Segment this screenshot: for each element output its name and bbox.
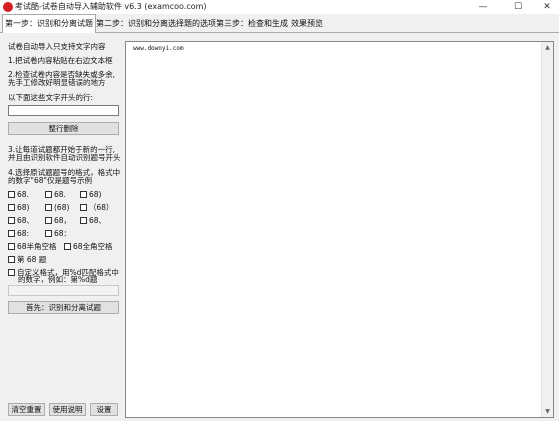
checkbox-icon <box>45 230 52 237</box>
checkbox-icon <box>64 243 71 250</box>
checkbox-icon <box>8 204 15 211</box>
checkbox-icon <box>80 217 87 224</box>
tab-step1[interactable]: 第一步：识别和分离试题 <box>2 14 96 33</box>
checkbox-icon <box>45 204 52 211</box>
help-button[interactable]: 使用说明 <box>49 403 86 416</box>
format-checkbox[interactable]: 68. <box>8 190 29 199</box>
tab-step3[interactable]: 第三步：检查和生成 <box>214 16 290 31</box>
scroll-down-icon[interactable]: ▼ <box>542 406 553 417</box>
di-ti-checkbox[interactable]: 第 68 题 <box>8 255 46 264</box>
import-note: 试卷自动导入只支持文字内容 <box>8 42 106 51</box>
checkbox-icon <box>8 243 15 250</box>
window-title: 考试酷-试卷自动导入辅助软件 v6.3 (examcoo.com) <box>15 2 207 11</box>
checkbox-icon <box>8 256 15 263</box>
checkbox-icon <box>80 191 87 198</box>
scroll-up-icon[interactable]: ▲ <box>542 42 553 53</box>
delete-lines-button[interactable]: 整行删除 <box>8 122 119 135</box>
tab-strip: 第一步：识别和分离试题 第二步：识别和分离选择题的选项 第三步：检查和生成 效果… <box>0 14 559 33</box>
question-text-area[interactable]: www.downyi.com ▲ ▼ <box>125 41 554 418</box>
format-checkbox[interactable]: 68、 <box>80 216 106 225</box>
checkbox-icon <box>45 191 52 198</box>
tab-step2[interactable]: 第二步：识别和分离选择题的选项 <box>94 16 218 31</box>
identify-questions-button[interactable]: 首先：识别和分离试题 <box>8 301 119 314</box>
checkbox-icon <box>8 191 15 198</box>
format-checkbox[interactable]: 68. <box>45 190 66 199</box>
format-checkbox[interactable]: 68， <box>45 216 71 225</box>
settings-button[interactable]: 设置 <box>90 403 118 416</box>
maximize-button[interactable]: ☐ <box>507 0 529 14</box>
minimize-button[interactable]: — <box>472 0 494 14</box>
vertical-scrollbar[interactable]: ▲ ▼ <box>541 42 553 417</box>
checkbox-icon <box>8 230 15 237</box>
full-space-checkbox[interactable]: 68全角空格 <box>64 242 113 251</box>
delete-lines-label: 以下面这些文字开头的行: <box>8 93 94 102</box>
format-checkbox[interactable]: 68) <box>8 203 29 212</box>
step2-text-line2: 先手工修改好明显错误的地方 <box>8 78 106 87</box>
custom-format-hint: 的数字，例如：第%d题 <box>18 275 98 284</box>
step3-text-line2: 并且由识别软件自动识别题号开头 <box>8 153 121 162</box>
left-panel: 试卷自动导入只支持文字内容 1.把试卷内容粘贴在右边文本框 2.检查试卷内容是否… <box>0 33 124 421</box>
step1-text: 1.把试卷内容粘贴在右边文本框 <box>8 56 113 65</box>
half-space-checkbox[interactable]: 68半角空格 <box>8 242 57 251</box>
format-checkbox[interactable]: 68: <box>8 229 29 238</box>
format-checkbox[interactable]: 68： <box>45 229 71 238</box>
custom-format-input[interactable] <box>8 285 119 296</box>
clear-reset-button[interactable]: 清空重置 <box>8 403 45 416</box>
step4-text-line2: 的数字"68"仅是题号示例 <box>8 176 92 185</box>
editor-content[interactable]: www.downyi.com <box>133 45 184 52</box>
title-bar: 考试酷-试卷自动导入辅助软件 v6.3 (examcoo.com) — ☐ ✕ <box>0 0 559 14</box>
checkbox-icon <box>80 204 87 211</box>
delete-prefix-input[interactable] <box>8 105 119 116</box>
format-checkbox[interactable]: （68） <box>80 203 114 212</box>
tab-preview[interactable]: 效果预览 <box>289 16 325 31</box>
checkbox-icon <box>8 217 15 224</box>
format-checkbox[interactable]: 68) <box>80 190 101 199</box>
app-logo-icon <box>3 2 13 12</box>
close-button[interactable]: ✕ <box>536 0 558 14</box>
format-checkbox[interactable]: (68) <box>45 203 69 212</box>
checkbox-icon <box>45 217 52 224</box>
checkbox-icon <box>8 269 15 276</box>
format-checkbox[interactable]: 68、 <box>8 216 34 225</box>
